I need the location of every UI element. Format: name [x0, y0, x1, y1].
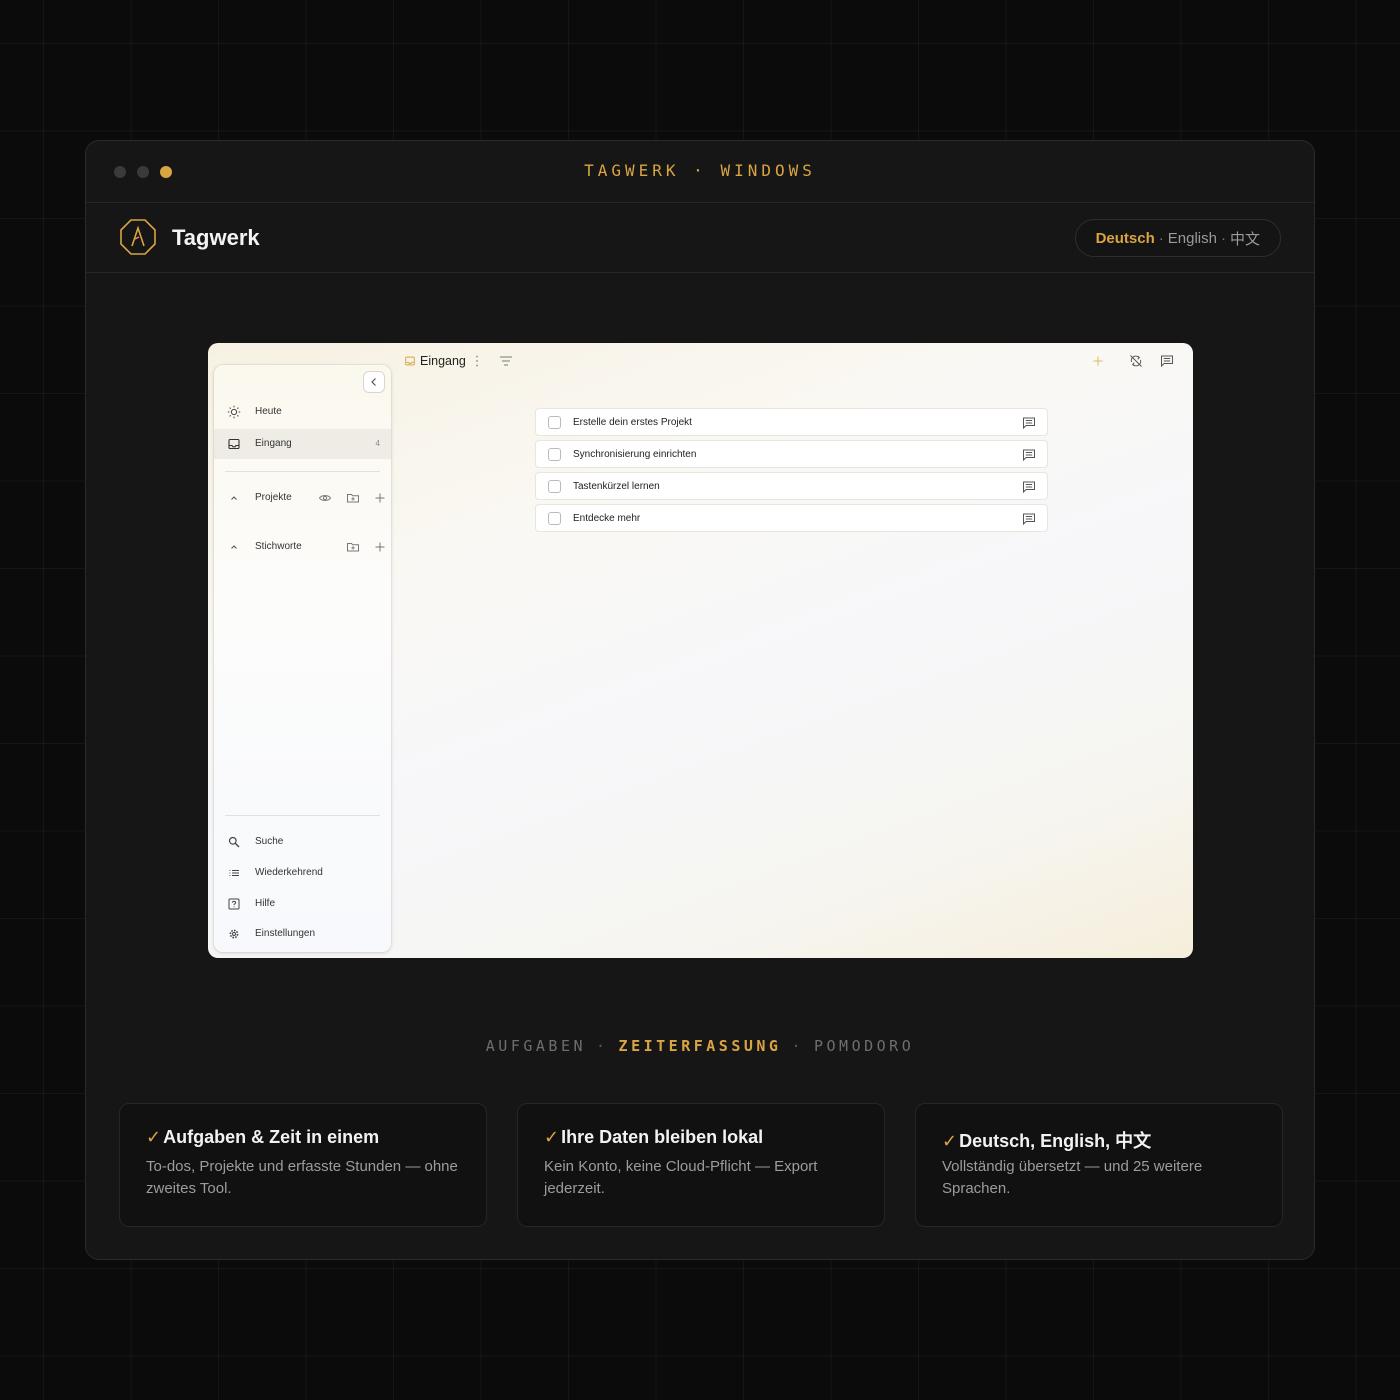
lang-separator: ·: [1158, 229, 1164, 247]
comment-icon[interactable]: [1021, 447, 1037, 463]
list-icon: [229, 870, 239, 876]
lang-deutsch[interactable]: Deutsch: [1096, 230, 1155, 247]
collapse-sidebar-button[interactable]: [363, 371, 385, 393]
tab-separator: ·: [596, 1037, 609, 1055]
comment-icon[interactable]: [1021, 415, 1037, 431]
lang-english[interactable]: English: [1168, 230, 1217, 247]
feature-tabs: AUFGABEN · ZEITERFASSUNG · POMODORO: [86, 1037, 1314, 1055]
sidebar-divider: [225, 815, 380, 816]
sidebar-item-label: Eingang: [255, 438, 292, 449]
sidebar-item-label: Heute: [255, 406, 282, 417]
window-title: TAGWERK · WINDOWS: [584, 161, 816, 180]
task-checkbox[interactable]: [548, 416, 561, 429]
sidebar: Heute Eingang 4 Projekte Stichworte Such…: [214, 365, 391, 952]
sidebar-item-label: Suche: [255, 836, 284, 847]
chevron-left-icon: [371, 378, 376, 386]
feature-card-description: Kein Konto, keine Cloud-Pflicht — Export…: [544, 1158, 818, 1197]
list-title[interactable]: Eingang: [404, 354, 466, 368]
sidebar-divider: [225, 471, 380, 472]
sidebar-section-projekte[interactable]: Projekte: [214, 483, 391, 513]
feature-card-description: Vollständig übersetzt — und 25 weitere S…: [942, 1158, 1203, 1197]
feature-card: ✓ Aufgaben & Zeit in einem To-dos, Projek…: [119, 1103, 487, 1227]
sidebar-item-hilfe[interactable]: Hilfe: [214, 889, 391, 919]
feature-card: ✓ Ihre Daten bleiben lokal Kein Konto, ke…: [517, 1103, 885, 1227]
sidebar-item-eingang[interactable]: Eingang 4: [214, 429, 391, 459]
task-title: Erstelle dein erstes Projekt: [573, 417, 692, 428]
sidebar-item-wiederkehrend[interactable]: Wiederkehrend: [214, 858, 391, 888]
feature-card-title: ✓ Deutsch, English, 中文: [942, 1127, 1151, 1153]
add-project-icon[interactable]: [373, 491, 387, 505]
search-icon: [228, 836, 240, 848]
filter-icon[interactable]: [498, 353, 514, 369]
new-folder-icon[interactable]: [346, 540, 360, 554]
lang-chinese[interactable]: 中文: [1230, 228, 1260, 249]
app-window: TAGWERK · WINDOWS Tagwerk Deutsch · Engl…: [85, 140, 1315, 1260]
language-switcher: Deutsch · English · 中文: [1074, 219, 1281, 257]
tab-aufgaben[interactable]: AUFGABEN: [486, 1037, 586, 1055]
task-title: Entdecke mehr: [573, 513, 641, 524]
tab-zeiterfassung[interactable]: ZEITERFASSUNG: [619, 1037, 782, 1055]
task-row[interactable]: Erstelle dein erstes Projekt: [535, 408, 1048, 436]
sun-icon: [227, 405, 241, 419]
gear-icon: [229, 929, 239, 939]
task-checkbox[interactable]: [548, 480, 561, 493]
feature-card-description: To-dos, Projekte und erfasste Stunden — …: [146, 1158, 458, 1197]
more-options-icon[interactable]: [469, 353, 485, 369]
inbox-count: 4: [375, 439, 380, 448]
title-bar: TAGWERK · WINDOWS: [86, 141, 1314, 203]
brand-name: Tagwerk: [172, 225, 260, 250]
feature-title-text: Deutsch, English, 中文: [959, 1131, 1152, 1151]
help-icon: [228, 898, 240, 910]
task-title: Synchronisierung einrichten: [573, 449, 697, 460]
check-icon: ✓: [544, 1127, 560, 1147]
sidebar-item-label: Wiederkehrend: [255, 867, 323, 878]
task-row[interactable]: Synchronisierung einrichten: [535, 440, 1048, 468]
new-folder-icon[interactable]: [346, 491, 360, 505]
inbox-icon: [228, 438, 240, 450]
app-screenshot: Heute Eingang 4 Projekte Stichworte Such…: [208, 343, 1193, 958]
feature-card-title: ✓ Ihre Daten bleiben lokal: [544, 1127, 763, 1148]
comment-icon[interactable]: [1021, 479, 1037, 495]
task-checkbox[interactable]: [548, 512, 561, 525]
list-title-label: Eingang: [420, 354, 466, 368]
task-title: Tastenkürzel lernen: [573, 481, 660, 492]
add-tag-icon[interactable]: [373, 540, 387, 554]
sidebar-item-label: Einstellungen: [255, 928, 316, 939]
lang-separator: ·: [1220, 229, 1226, 247]
task-checkbox[interactable]: [548, 448, 561, 461]
check-icon: ✓: [146, 1127, 162, 1147]
tab-pomodoro[interactable]: POMODORO: [814, 1037, 914, 1055]
sidebar-section-label: Projekte: [255, 492, 292, 503]
sidebar-section-label: Stichworte: [255, 541, 302, 552]
chevron-up-icon[interactable]: [227, 491, 241, 505]
comment-icon[interactable]: [1021, 511, 1037, 527]
sidebar-section-stichworte[interactable]: Stichworte: [214, 532, 391, 562]
feature-title-text: Ihre Daten bleiben lokal: [561, 1127, 764, 1147]
inbox-icon: [405, 356, 415, 366]
tab-separator: ·: [791, 1037, 804, 1055]
feature-title-text: Aufgaben & Zeit in einem: [163, 1127, 380, 1147]
app-header: Tagwerk Deutsch · English · 中文: [86, 203, 1314, 273]
sync-off-icon[interactable]: [1128, 353, 1144, 369]
feature-card-title: ✓ Aufgaben & Zeit in einem: [146, 1127, 379, 1148]
tagwerk-logo-icon: [120, 219, 156, 255]
eye-icon[interactable]: [318, 491, 332, 505]
comment-icon[interactable]: [1159, 353, 1175, 369]
task-row[interactable]: Entdecke mehr: [535, 504, 1048, 532]
sidebar-item-heute[interactable]: Heute: [214, 397, 391, 427]
add-task-icon[interactable]: [1090, 353, 1106, 369]
check-icon: ✓: [942, 1131, 958, 1151]
chevron-up-icon[interactable]: [227, 540, 241, 554]
task-row[interactable]: Tastenkürzel lernen: [535, 472, 1048, 500]
sidebar-item-einstellungen[interactable]: Einstellungen: [214, 919, 391, 949]
sidebar-item-label: Hilfe: [255, 898, 276, 909]
feature-card: ✓ Deutsch, English, 中文 Vollständig überse…: [915, 1103, 1283, 1227]
sidebar-item-suche[interactable]: Suche: [214, 827, 391, 857]
